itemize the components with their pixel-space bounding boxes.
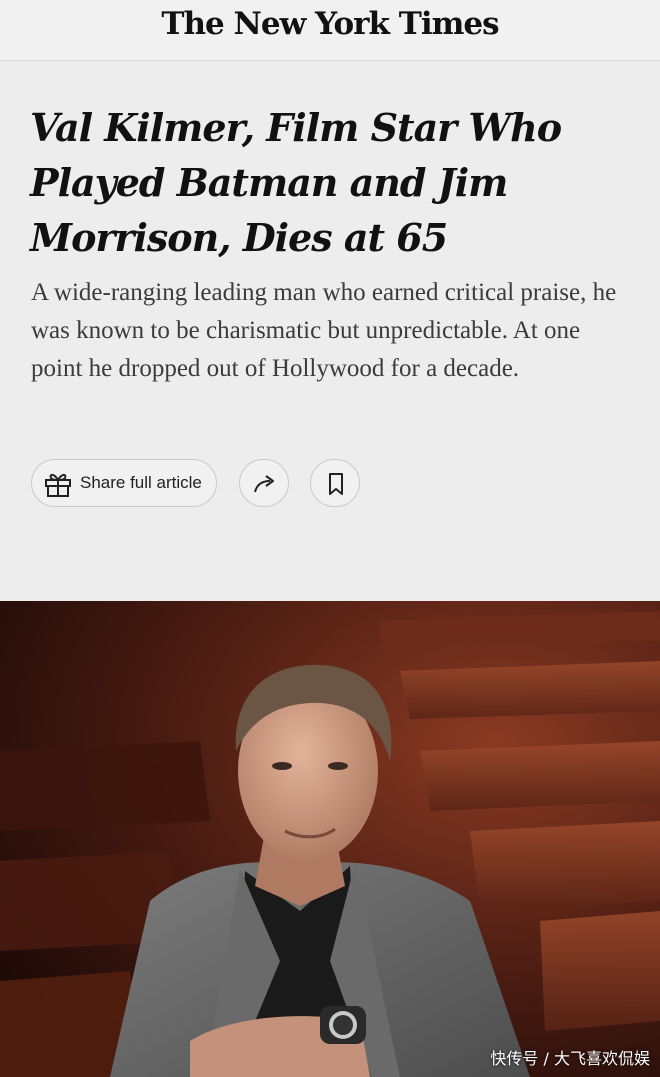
save-bookmark-button[interactable] [310, 459, 360, 507]
watermark-text: 快传号 / 大飞喜欢侃娱 [490, 1049, 650, 1068]
article-summary: A wide-ranging leading man who earned cr… [31, 279, 617, 382]
share-full-article-button[interactable]: Share full article [31, 459, 217, 507]
hero-photo: 快传号 / 大飞喜欢侃娱 [0, 601, 660, 1077]
article-headline: Val Kilmer, Film Star Who Played Batman … [30, 105, 562, 260]
share-button[interactable] [239, 459, 289, 507]
masthead: The New York Times [0, 0, 660, 61]
share-full-article-label: Share full article [80, 473, 202, 492]
nyt-logo[interactable]: The New York Times [0, 6, 660, 42]
hero-photo-illustration [0, 601, 660, 1077]
gift-icon [45, 473, 71, 497]
bookmark-icon [329, 473, 343, 495]
share-arrow-icon [254, 475, 274, 493]
